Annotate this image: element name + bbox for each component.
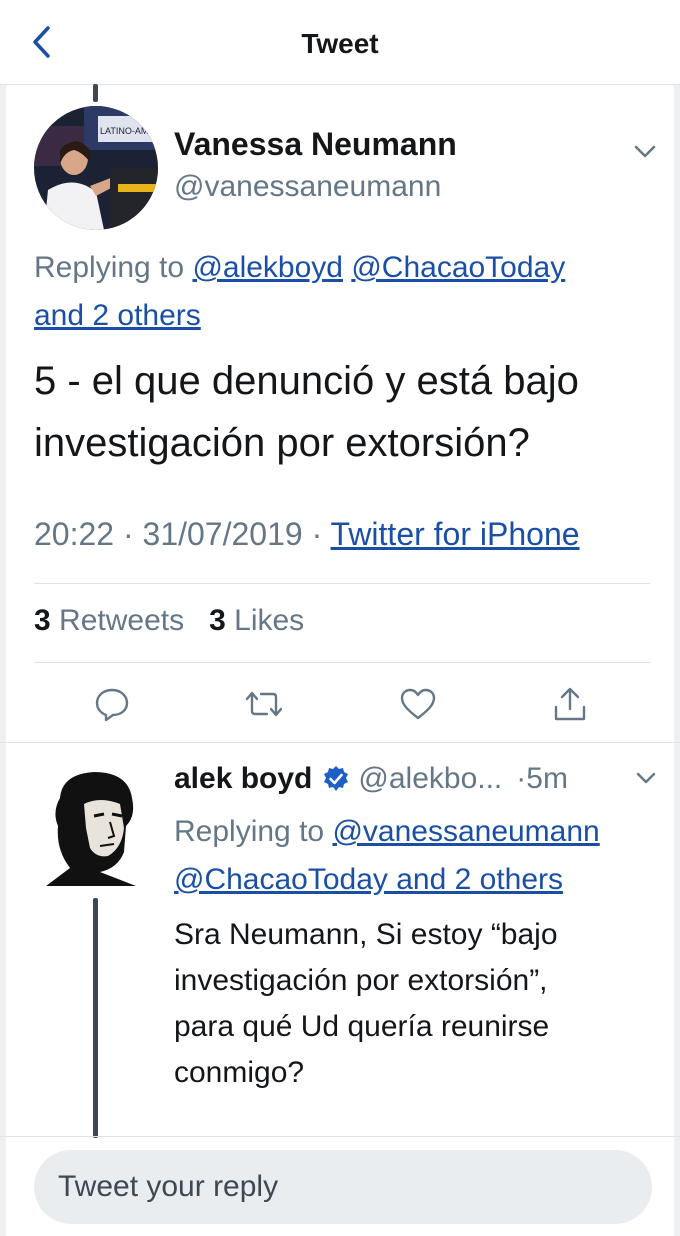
more-options-button[interactable] [630,136,660,166]
divider [34,583,650,584]
replying-prefix: Replying to [174,815,333,848]
avatar-banner-text: LATINO-AMERI [100,126,158,136]
divider [34,662,650,663]
page-title: Tweet [301,28,379,59]
reply-more-button[interactable] [632,764,660,792]
reply-composer[interactable]: Tweet your reply [34,1150,652,1224]
likes-label: Likes [234,604,305,637]
replying-prefix: Replying to [34,251,193,284]
tweet-meta: 20:22 · 31/07/2019 · Twitter for iPhone [34,516,654,553]
retweets-label: Retweets [59,604,185,637]
reply-time: ·5m [516,762,568,795]
engagement-stats: 3 Retweets 3 Likes [34,604,304,638]
left-edge-rule [0,0,6,1236]
tweet-line: investigación por extorsión? [34,421,530,465]
reply-author-handle[interactable]: @alekbo... [358,762,502,796]
verified-badge-icon [324,766,349,791]
like-button[interactable] [396,682,440,726]
meta-separator: · [114,516,143,552]
thread-connector-top [93,84,98,102]
tweet-source-link[interactable]: Twitter for iPhone [331,516,580,552]
meta-separator: · [302,516,331,552]
reply-line: para qué Ud quería reunirse [174,1010,550,1043]
right-edge-rule [674,0,680,1236]
reply-body: Sra Neumann, Si estoy “bajo investigació… [174,912,644,1096]
reply-button[interactable] [90,682,134,726]
chevron-down-icon [634,145,656,158]
avatar-illustration [46,772,136,886]
avatar-alek[interactable] [40,768,150,886]
share-icon [554,687,586,721]
tweet-body: 5 - el que denunció y está bajo investig… [34,350,654,474]
reply-line: investigación por extorsión”, [174,964,548,997]
likes-stat[interactable]: 3 Likes [209,604,304,637]
avatar-vanessa[interactable]: LATINO-AMERI [34,106,158,230]
chevron-down-icon [636,772,656,784]
avatar-photo: LATINO-AMERI [34,106,158,230]
likes-count: 3 [209,604,226,637]
retweet-icon [245,691,283,717]
reply-header: alek boyd @alekbo... ·5m [174,762,664,796]
top-bar: Tweet [0,0,680,85]
retweets-stat[interactable]: 3 Retweets [34,604,184,637]
reply-line: Sra Neumann, Si estoy “bajo [174,918,558,951]
tweet-line: 5 - el que denunció y está bajo [34,359,579,403]
thread-connector [93,898,98,1138]
tweet-time: 20:22 [34,516,115,552]
retweet-button[interactable] [242,682,286,726]
mention-chacaotoday[interactable]: @ChacaoToday [351,251,565,284]
tweet-separator [0,742,680,743]
reply-icon [95,688,129,722]
share-button[interactable] [548,682,592,726]
reply-replying-to-line: Replying to @vanessaneumann @ChacaoToday … [174,808,664,904]
mention-alekboyd[interactable]: @alekboyd [192,251,343,284]
mention-vanessaneumann[interactable]: @vanessaneumann [332,815,599,848]
author-handle[interactable]: @vanessaneumann [174,170,441,204]
mention-others[interactable]: and 2 others [34,299,201,332]
composer-placeholder: Tweet your reply [58,1170,279,1203]
reply-author-name[interactable]: alek boyd [174,762,312,796]
mention-chacaotoday-others[interactable]: @ChacaoToday and 2 others [174,863,563,896]
retweets-count: 3 [34,604,51,637]
action-bar [34,682,650,726]
heart-icon [400,688,436,720]
author-name[interactable]: Vanessa Neumann [174,126,457,163]
composer-separator [0,1136,680,1137]
reply-line: conmigo? [174,1056,305,1089]
tweet-date: 31/07/2019 [142,516,303,552]
replying-to-line: Replying to @alekboyd @ChacaoToday and 2 … [34,244,634,340]
